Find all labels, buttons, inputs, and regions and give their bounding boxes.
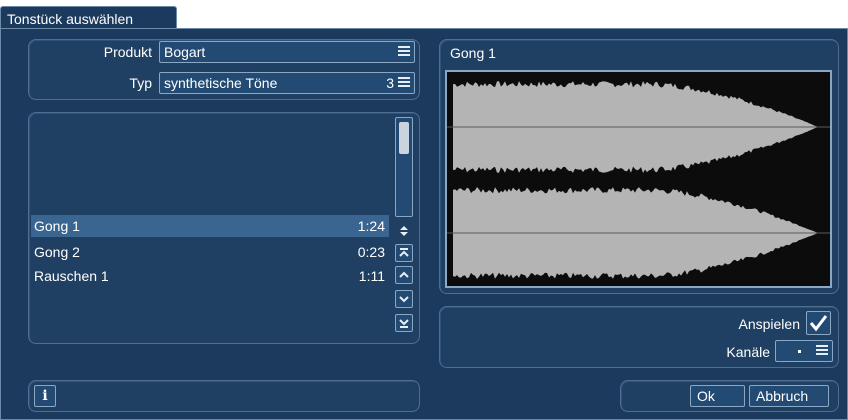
track-duration: 1:11 [358, 268, 385, 284]
list-item[interactable]: Gong 1 1:24 [31, 215, 389, 237]
product-label: Produkt [103, 44, 152, 60]
footer-left-panel [28, 380, 420, 412]
track-name: Rauschen 1 [34, 268, 109, 284]
list-item[interactable]: Gong 2 0:23 [31, 241, 389, 263]
scroll-position-icon[interactable] [395, 222, 413, 240]
scroll-top-icon[interactable] [395, 244, 413, 262]
info-button[interactable]: i [34, 385, 56, 407]
ok-button[interactable]: Ok [690, 385, 745, 407]
product-value: Bogart [164, 44, 206, 60]
type-label: Typ [129, 75, 152, 91]
product-select[interactable]: Bogart [159, 41, 415, 63]
scroll-down-icon[interactable] [395, 290, 413, 308]
track-duration: 0:23 [357, 244, 385, 260]
type-select[interactable]: synthetische Töne 3 [159, 72, 415, 94]
menu-icon [398, 77, 410, 87]
scroll-up-icon[interactable] [395, 266, 413, 284]
play-label: Anspielen [738, 316, 801, 332]
type-value: synthetische Töne [164, 75, 278, 91]
menu-icon [816, 345, 828, 355]
channels-select[interactable] [775, 340, 833, 362]
checkmark-icon [809, 315, 828, 332]
waveform-display [445, 70, 832, 288]
play-checkbox[interactable] [806, 311, 831, 335]
type-count: 3 [386, 75, 394, 91]
track-name: Gong 2 [34, 244, 80, 260]
menu-icon [398, 46, 410, 56]
preview-title: Gong 1 [450, 45, 496, 61]
mono-icon [798, 350, 801, 353]
channels-label: Kanäle [726, 344, 770, 360]
cancel-button[interactable]: Abbruch [749, 385, 829, 407]
track-duration: 1:24 [357, 218, 385, 234]
track-name: Gong 1 [34, 218, 80, 234]
waveform-graphic [447, 81, 830, 279]
scroll-bottom-icon[interactable] [395, 314, 413, 332]
scrollbar-thumb[interactable] [399, 122, 409, 154]
info-icon: i [42, 388, 48, 404]
list-item[interactable]: Rauschen 1 1:11 [31, 265, 389, 287]
